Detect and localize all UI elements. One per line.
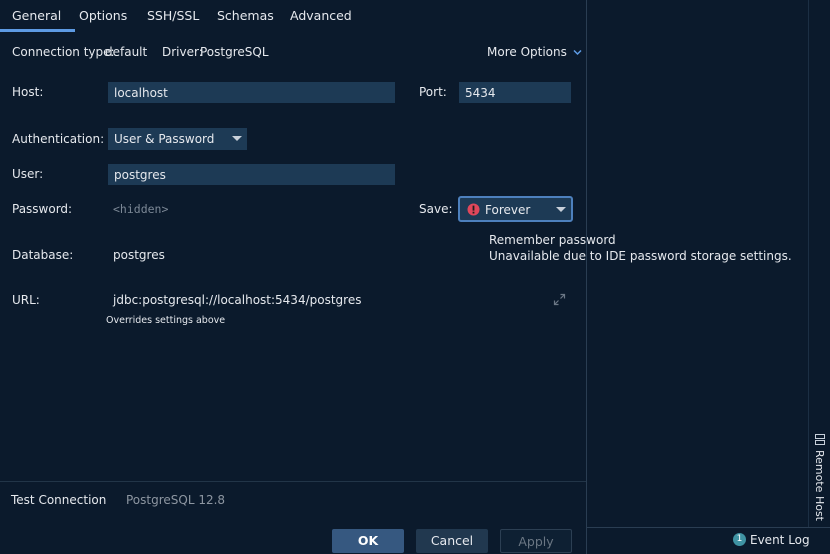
url-input[interactable]: jdbc:postgresql://localhost:5434/postgre… [113,293,361,307]
event-log-count-badge: 1 [733,533,746,546]
more-options-label: More Options [487,45,567,59]
expand-icon[interactable] [553,293,566,306]
side-strip-divider [808,0,809,527]
test-connection-link[interactable]: Test Connection [11,493,106,507]
cancel-button[interactable]: Cancel [416,529,488,553]
tooltip-title: Remember password [489,233,616,247]
url-label: URL: [12,293,40,307]
chevron-down-icon [573,49,582,56]
driver-link[interactable]: PostgreSQL [200,45,269,59]
authentication-label: Authentication: [12,132,105,146]
dropdown-arrow-icon [556,207,566,212]
server-icon [815,434,825,445]
save-label: Save: [419,202,453,216]
authentication-select[interactable]: User & Password [108,128,247,150]
tab-schemas[interactable]: Schemas [217,0,274,32]
tooltip: Remember password Unavailable due to IDE… [481,226,830,270]
ok-button[interactable]: OK [332,529,404,553]
tab-general[interactable]: General [0,0,76,32]
server-version: PostgreSQL 12.8 [126,493,226,507]
user-label: User: [12,167,44,181]
error-icon [467,203,480,216]
tab-advanced[interactable]: Advanced [290,0,352,32]
tab-ssh-ssl[interactable]: SSH/SSL [147,0,199,32]
footer-divider [0,481,586,482]
database-input[interactable]: postgres [113,248,165,262]
save-value: Forever [485,203,531,217]
url-hint: Overrides settings above [106,315,226,326]
tooltip-message: Unavailable due to IDE password storage … [489,249,792,263]
password-label: Password: [12,202,73,216]
panel-divider [586,0,587,554]
driver-label: Driver: [162,45,203,59]
event-log-button[interactable]: 1 Event Log [733,532,828,550]
tab-bar: General Options SSH/SSL Schemas Advanced [0,0,586,32]
port-label: Port: [419,85,447,99]
remote-host-label: Remote Host [813,450,826,521]
save-select[interactable]: Forever [458,196,573,222]
apply-button[interactable]: Apply [500,529,572,553]
password-input[interactable]: <hidden> [113,202,168,216]
user-input[interactable] [108,164,395,185]
database-label: Database: [12,248,74,262]
host-label: Host: [12,85,44,99]
more-options-link[interactable]: More Options [487,45,582,59]
connection-type-link[interactable]: default [105,45,147,59]
remote-host-tool-button[interactable]: Remote Host [810,430,830,521]
event-log-label: Event Log [750,533,810,547]
port-input[interactable] [459,82,571,103]
dropdown-arrow-icon [232,136,242,141]
host-input[interactable] [108,82,395,103]
authentication-value: User & Password [114,132,215,146]
status-bar-divider [587,527,830,528]
connection-type-label: Connection type: [12,45,115,59]
tab-options[interactable]: Options [79,0,127,32]
